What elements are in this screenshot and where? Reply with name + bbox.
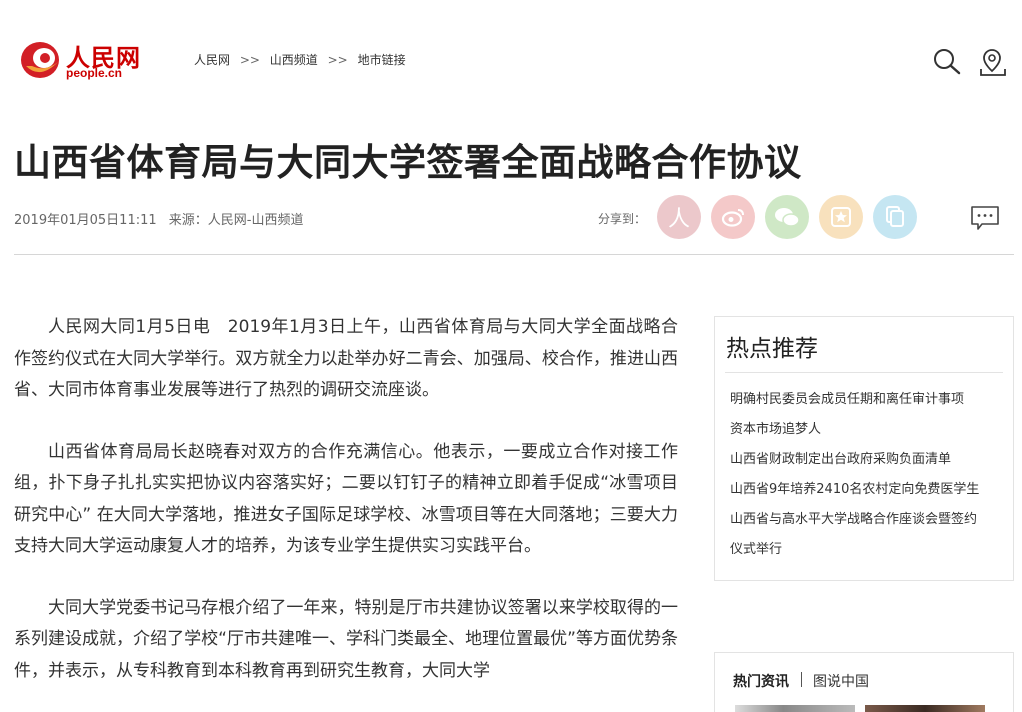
site-header: 人民网 people.cn 人民网 >> 山西频道 >> 地市链接: [0, 0, 1022, 110]
article-body: 人民网大同1月5日电 2019年1月3日上午，山西省体育局与大同大学全面战略合作…: [14, 312, 678, 712]
breadcrumb-separator: >>: [239, 53, 260, 67]
weibo-icon: [721, 209, 744, 227]
article-paragraph: 人民网大同1月5日电 2019年1月3日上午，山西省体育局与大同大学全面战略合作…: [14, 317, 678, 400]
hot-list-item[interactable]: 仪式举行: [730, 535, 1005, 565]
copy-share-button[interactable]: [873, 195, 917, 239]
news-thumbnail[interactable]: [865, 705, 985, 712]
wechat-icon: [775, 208, 800, 227]
star-icon: [831, 207, 851, 227]
hot-list-item[interactable]: 资本市场追梦人: [730, 415, 1005, 445]
article-meta: 2019年01月05日11:11 来源：人民网-山西频道: [14, 209, 303, 228]
people-share-icon: 人: [667, 207, 690, 232]
article-title: 山西省体育局与大同大学签署全面战略合作协议: [14, 141, 802, 184]
tab-picture-china[interactable]: 图说中国: [813, 671, 869, 691]
hot-divider: [725, 372, 1003, 373]
breadcrumb-shanxi[interactable]: 山西频道: [270, 51, 318, 68]
comment-icon[interactable]: [970, 204, 1000, 232]
copy-icon: [886, 206, 904, 227]
hot-recommend-panel: 热点推荐 明确村民委员会成员任期和离任审计事项 资本市场追梦人 山西省财政制定出…: [714, 316, 1014, 581]
tab-hot-news[interactable]: 热门资讯: [733, 671, 789, 691]
logo-subtext[interactable]: people.cn: [66, 66, 122, 80]
hot-list-item[interactable]: 山西省财政制定出台政府采购负面清单: [730, 445, 1005, 475]
hot-list-item[interactable]: 山西省与高水平大学战略合作座谈会暨签约: [730, 505, 1005, 535]
article-source[interactable]: 来源：人民网-山西频道: [169, 213, 304, 228]
hot-list: 明确村民委员会成员任期和离任审计事项 资本市场追梦人 山西省财政制定出台政府采购…: [730, 385, 1005, 565]
news-thumbnail[interactable]: [735, 705, 855, 712]
tab-separator: [801, 672, 802, 687]
favorite-share-button[interactable]: [819, 195, 863, 239]
breadcrumb-home[interactable]: 人民网: [194, 51, 230, 68]
wechat-share-button[interactable]: [765, 195, 809, 239]
breadcrumb: 人民网 >> 山西频道 >> 地市链接: [194, 51, 406, 68]
location-icon[interactable]: [978, 47, 1008, 77]
share-label: 分享到：: [598, 212, 647, 226]
hot-list-item[interactable]: 明确村民委员会成员任期和离任审计事项: [730, 385, 1005, 415]
header-divider: [14, 254, 1014, 255]
breadcrumb-city-links[interactable]: 地市链接: [358, 51, 406, 68]
search-icon[interactable]: [932, 47, 962, 77]
publish-date: 2019年01月05日11:11: [14, 213, 157, 228]
weibo-share-button[interactable]: [711, 195, 755, 239]
article-paragraph: 大同大学党委书记马存根介绍了一年来，特别是厅市共建协议签署以来学校取得的一系列建…: [14, 597, 678, 681]
news-tabs: 热门资讯 图说中国: [714, 652, 1014, 712]
hot-list-item[interactable]: 山西省9年培养2410名农村定向免费医学生: [730, 475, 1005, 505]
breadcrumb-separator: >>: [327, 53, 348, 67]
people-share-button[interactable]: 人: [657, 195, 701, 239]
hot-recommend-title: 热点推荐: [726, 336, 818, 362]
article-paragraph: 山西省体育局局长赵晓春对双方的合作充满信心。他表示，一要成立合作对接工作组，扑下…: [14, 441, 678, 557]
